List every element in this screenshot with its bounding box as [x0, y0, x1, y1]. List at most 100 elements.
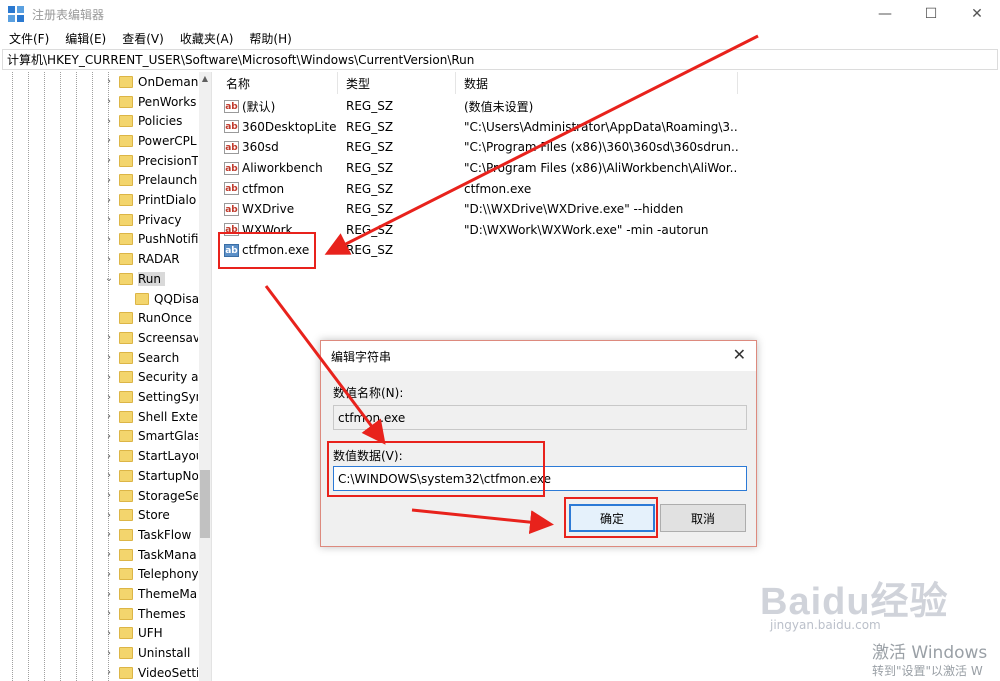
- dialog-close-icon[interactable]: ✕: [733, 345, 746, 364]
- list-row[interactable]: ab ctfmon.exe REG_SZ: [218, 240, 1000, 261]
- tree-item[interactable]: › Policies: [0, 111, 200, 131]
- minimize-button[interactable]: —: [862, 0, 908, 28]
- chevron-right-icon[interactable]: ›: [104, 332, 114, 343]
- chevron-right-icon[interactable]: ›: [104, 155, 114, 166]
- tree-item[interactable]: › TaskMana: [0, 545, 200, 565]
- string-value-icon: ab: [224, 182, 239, 196]
- folder-icon: [119, 528, 133, 541]
- chevron-right-icon[interactable]: ›: [104, 648, 114, 659]
- tree-item-label: StartupNo: [138, 468, 198, 483]
- chevron-right-icon[interactable]: ›: [104, 135, 114, 146]
- tree-item[interactable]: › Uninstall: [0, 643, 200, 663]
- tree-item[interactable]: › Screensav: [0, 328, 200, 348]
- close-button[interactable]: ✕: [954, 0, 1000, 28]
- chevron-right-icon[interactable]: ›: [104, 628, 114, 639]
- list-row[interactable]: ab 360DesktopLite REG_SZ "C:\Users\Administ…: [218, 117, 1000, 138]
- column-type[interactable]: 类型: [338, 72, 456, 94]
- chevron-right-icon[interactable]: ›: [104, 254, 114, 265]
- chevron-right-icon[interactable]: ›: [104, 529, 114, 540]
- folder-icon: [119, 410, 133, 423]
- chevron-right-icon[interactable]: ›: [104, 451, 114, 462]
- chevron-right-icon[interactable]: ›: [104, 352, 114, 363]
- tree-item[interactable]: › Prelaunch: [0, 171, 200, 191]
- folder-icon: [119, 430, 133, 443]
- list-row[interactable]: ab WXDrive REG_SZ "D:\\WXDrive\WXDrive.exe"…: [218, 199, 1000, 220]
- chevron-right-icon[interactable]: ›: [104, 96, 114, 107]
- tree-item[interactable]: › PrintDialo: [0, 190, 200, 210]
- menu-favorites[interactable]: 收藏夹(A): [171, 30, 241, 47]
- tree-item[interactable]: › Search: [0, 348, 200, 368]
- list-row[interactable]: ab ctfmon REG_SZ ctfmon.exe: [218, 178, 1000, 199]
- tree-item[interactable]: › Themes: [0, 604, 200, 624]
- chevron-right-icon[interactable]: ›: [104, 510, 114, 521]
- tree-item[interactable]: › RADAR: [0, 249, 200, 269]
- list-row[interactable]: ab WXWork REG_SZ "D:\WXWork\WXWork.exe" -mi…: [218, 220, 1000, 241]
- tree-item[interactable]: › SettingSyn: [0, 387, 200, 407]
- menu-edit[interactable]: 编辑(E): [56, 30, 113, 47]
- chevron-right-icon[interactable]: ›: [104, 411, 114, 422]
- cancel-button[interactable]: 取消: [660, 504, 746, 532]
- list-row[interactable]: ab Aliworkbench REG_SZ "C:\Program Files (x…: [218, 158, 1000, 179]
- tree-item[interactable]: › Store: [0, 505, 200, 525]
- chevron-right-icon[interactable]: ›: [104, 76, 114, 87]
- tree-item-label: RADAR: [138, 252, 180, 267]
- chevron-down-icon[interactable]: ⌄: [104, 273, 114, 284]
- value-data-cell: "C:\Program Files (x86)\360\360sd\360sdr…: [464, 140, 738, 155]
- tree-item[interactable]: › UFH: [0, 624, 200, 644]
- tree-item[interactable]: › PrecisionT: [0, 151, 200, 171]
- tree-item[interactable]: QQDisa: [0, 289, 200, 309]
- maximize-button[interactable]: ☐: [908, 0, 954, 28]
- chevron-right-icon[interactable]: ›: [104, 431, 114, 442]
- list-row[interactable]: ab 360sd REG_SZ "C:\Program Files (x86)\360…: [218, 137, 1000, 158]
- chevron-right-icon[interactable]: ›: [104, 195, 114, 206]
- menu-view[interactable]: 查看(V): [113, 30, 171, 47]
- tree-item[interactable]: › Shell Exter: [0, 407, 200, 427]
- tree-item-label: StorageSe: [138, 488, 198, 503]
- scrollbar-thumb[interactable]: [200, 470, 210, 538]
- menu-help[interactable]: 帮助(H): [240, 30, 298, 47]
- chevron-right-icon[interactable]: ›: [104, 116, 114, 127]
- tree-item[interactable]: RunOnce: [0, 308, 200, 328]
- chevron-right-icon[interactable]: ›: [104, 470, 114, 481]
- value-data-cell: "D:\\WXDrive\WXDrive.exe" --hidden: [464, 202, 684, 217]
- chevron-right-icon[interactable]: ›: [104, 667, 114, 678]
- tree-item[interactable]: › ThemeMa: [0, 584, 200, 604]
- tree-item[interactable]: › SmartGlas: [0, 427, 200, 447]
- chevron-right-icon[interactable]: ›: [104, 372, 114, 383]
- tree-item[interactable]: › StartLayou: [0, 446, 200, 466]
- tree-item[interactable]: ⌄ Run: [0, 269, 200, 289]
- chevron-right-icon[interactable]: ›: [104, 392, 114, 403]
- chevron-right-icon[interactable]: ›: [104, 569, 114, 580]
- tree-scrollbar[interactable]: ▲: [199, 72, 211, 681]
- menu-file[interactable]: 文件(F): [0, 30, 56, 47]
- chevron-right-icon[interactable]: ›: [104, 589, 114, 600]
- value-name-cell: ab 360DesktopLite: [218, 117, 338, 138]
- tree-item[interactable]: › PushNotifi: [0, 230, 200, 250]
- column-data[interactable]: 数据: [456, 72, 738, 94]
- tree-item[interactable]: › PenWorks: [0, 92, 200, 112]
- tree-item[interactable]: › TaskFlow: [0, 525, 200, 545]
- value-data-cell: "C:\Users\Administrator\AppData\Roaming\…: [464, 119, 738, 134]
- tree-item[interactable]: › OnDeman: [0, 72, 200, 92]
- tree-item[interactable]: › VideoSetti: [0, 663, 200, 681]
- tree-item[interactable]: › PowerCPL: [0, 131, 200, 151]
- tree-item[interactable]: › Security ar: [0, 368, 200, 388]
- folder-icon: [119, 213, 133, 226]
- list-row[interactable]: ab (默认) REG_SZ (数值未设置): [218, 96, 1000, 117]
- chevron-right-icon[interactable]: ›: [104, 549, 114, 560]
- tree-item[interactable]: › Telephony: [0, 565, 200, 585]
- tree-item[interactable]: › StorageSe: [0, 486, 200, 506]
- folder-icon: [119, 509, 133, 522]
- chevron-right-icon[interactable]: ›: [104, 214, 114, 225]
- scroll-up-icon[interactable]: ▲: [199, 74, 211, 83]
- tree-item[interactable]: › Privacy: [0, 210, 200, 230]
- address-bar[interactable]: 计算机\HKEY_CURRENT_USER\Software\Microsoft…: [2, 49, 998, 70]
- chevron-right-icon[interactable]: ›: [104, 234, 114, 245]
- tree-item[interactable]: › StartupNo: [0, 466, 200, 486]
- value-name: 360DesktopLite: [242, 119, 337, 134]
- column-name[interactable]: 名称: [218, 72, 338, 94]
- chevron-right-icon[interactable]: ›: [104, 175, 114, 186]
- tree-item-label: Policies: [138, 114, 183, 129]
- chevron-right-icon[interactable]: ›: [104, 490, 114, 501]
- chevron-right-icon[interactable]: ›: [104, 608, 114, 619]
